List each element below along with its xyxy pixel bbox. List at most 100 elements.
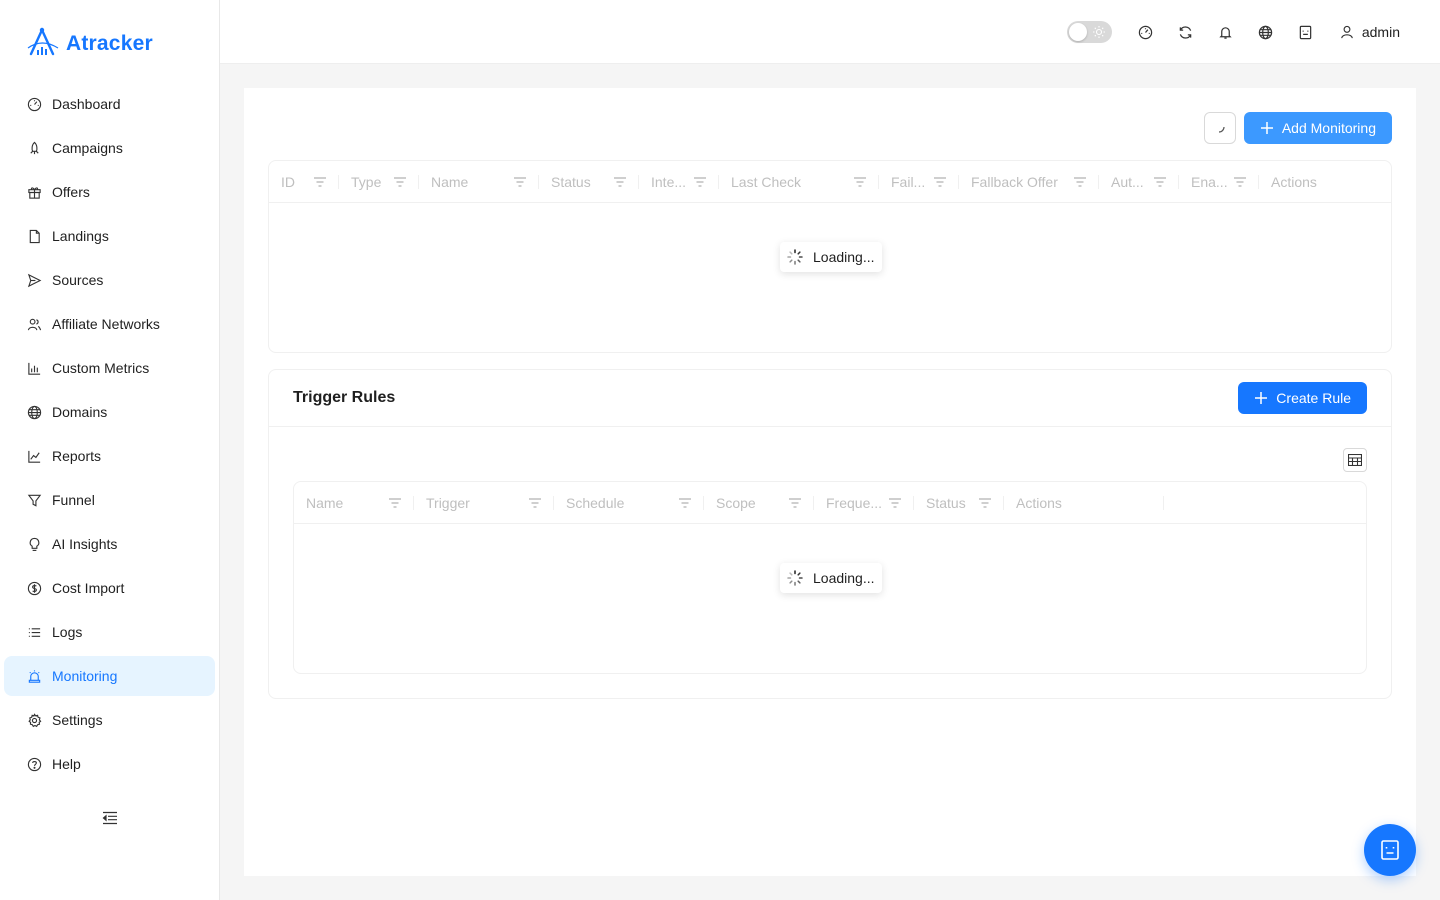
filter-icon[interactable] <box>513 175 527 189</box>
column-label: Status <box>551 173 591 190</box>
sidebar-item-domains[interactable]: Domains <box>4 392 215 432</box>
column-label: Status <box>926 494 966 511</box>
user-menu[interactable]: admin <box>1340 24 1400 40</box>
loading-text: Loading... <box>813 249 875 265</box>
column-header: Schedule <box>554 482 704 524</box>
column-label: Aut... <box>1111 173 1144 190</box>
sidebar-item-label: Dashboard <box>52 96 121 112</box>
create-rule-button[interactable]: Create Rule <box>1238 382 1367 414</box>
column-label: Scope <box>716 494 756 511</box>
users-icon <box>26 316 42 332</box>
dashboard-header-button[interactable] <box>1126 12 1166 52</box>
column-header: Type <box>339 161 419 203</box>
sidebar-item-label: Reports <box>52 448 102 464</box>
column-label: ID <box>281 173 295 190</box>
plus-icon <box>1260 122 1273 134</box>
sidebar-item-help[interactable]: Help <box>4 744 215 784</box>
loading-spinner-icon <box>787 570 803 586</box>
column-header: Fallback Offer <box>959 161 1099 203</box>
assistant-header-button[interactable] <box>1286 12 1326 52</box>
column-header: Actions <box>1004 482 1164 524</box>
filter-icon[interactable] <box>528 496 542 510</box>
column-label: Actions <box>1271 173 1317 190</box>
filter-icon[interactable] <box>853 175 867 189</box>
create-rule-label: Create Rule <box>1276 390 1351 406</box>
add-monitoring-button[interactable]: Add Monitoring <box>1243 112 1392 144</box>
column-label: Freque... <box>826 494 883 511</box>
column-header: Fail... <box>879 161 959 203</box>
sidebar-item-affiliate-networks[interactable]: Affiliate Networks <box>4 304 215 344</box>
question-icon <box>26 756 42 772</box>
sidebar-item-label: Domains <box>52 404 108 420</box>
gift-icon <box>26 184 42 200</box>
column-header: Name <box>294 482 414 524</box>
toggle-knob <box>1068 23 1087 41</box>
language-button[interactable] <box>1246 12 1286 52</box>
bell-icon <box>1219 26 1233 39</box>
filter-icon[interactable] <box>788 496 802 510</box>
column-header: ID <box>269 161 339 203</box>
username: admin <box>1361 24 1400 40</box>
sidebar-item-dashboard[interactable]: Dashboard <box>4 84 215 124</box>
user-icon <box>1341 25 1353 39</box>
sidebar-item-campaigns[interactable]: Campaigns <box>4 128 215 168</box>
filter-icon[interactable] <box>978 496 992 510</box>
list-icon <box>26 624 42 640</box>
theme-toggle[interactable] <box>1066 21 1112 43</box>
filter-icon[interactable] <box>678 496 692 510</box>
plus-icon <box>1255 392 1268 404</box>
filter-icon[interactable] <box>313 175 327 189</box>
sidebar-item-sources[interactable]: Sources <box>4 260 215 300</box>
sidebar-item-label: Settings <box>52 712 103 728</box>
spinner-icon <box>1218 126 1225 133</box>
dashboard-icon <box>26 96 42 112</box>
logo-icon <box>26 26 60 61</box>
refresh-button[interactable] <box>1166 12 1206 52</box>
reload-button[interactable] <box>1203 112 1236 144</box>
table-header: ID Type Name Status Inte... Last Check F… <box>269 161 1391 203</box>
sidebar-item-offers[interactable]: Offers <box>4 172 215 212</box>
sidebar-item-ai-insights[interactable]: AI Insights <box>4 524 215 564</box>
sidebar-item-custom-metrics[interactable]: Custom Metrics <box>4 348 215 388</box>
sidebar-item-landings[interactable]: Landings <box>4 216 215 256</box>
filter-icon[interactable] <box>693 175 707 189</box>
sun-icon <box>1092 26 1105 38</box>
filter-icon[interactable] <box>1073 175 1087 189</box>
filter-icon[interactable] <box>1233 175 1247 189</box>
filter-icon[interactable] <box>888 496 902 510</box>
loading-indicator: Loading... <box>780 563 882 593</box>
assistant-fab[interactable] <box>1364 824 1416 876</box>
logo[interactable]: Atracker <box>26 26 153 61</box>
loading-text: Loading... <box>813 570 875 586</box>
sidebar-item-settings[interactable]: Settings <box>4 700 215 740</box>
sidebar-item-logs[interactable]: Logs <box>4 612 215 652</box>
column-label: Fallback Offer <box>971 173 1058 190</box>
funnel-icon <box>26 492 42 508</box>
monitoring-table: ID Type Name Status Inte... Last Check F… <box>268 160 1392 353</box>
column-settings-button[interactable] <box>1343 448 1367 472</box>
filter-icon[interactable] <box>613 175 627 189</box>
filter-icon[interactable] <box>933 175 947 189</box>
bulb-icon <box>26 536 42 552</box>
refresh-icon <box>1180 25 1192 39</box>
sidebar-item-funnel[interactable]: Funnel <box>4 480 215 520</box>
filter-icon[interactable] <box>1153 175 1167 189</box>
sidebar-item-label: Cost Import <box>52 580 125 596</box>
rocket-icon <box>26 140 42 156</box>
column-label: Fail... <box>891 173 926 190</box>
column-header: Status <box>914 482 1004 524</box>
collapse-sidebar-button[interactable] <box>101 809 119 827</box>
filter-icon[interactable] <box>388 496 402 510</box>
column-header: Inte... <box>639 161 719 203</box>
monitoring-actions: Add Monitoring <box>1203 112 1392 144</box>
sidebar-item-reports[interactable]: Reports <box>4 436 215 476</box>
column-header: Ena... <box>1179 161 1259 203</box>
sidebar-item-cost-import[interactable]: Cost Import <box>4 568 215 608</box>
notifications-button[interactable] <box>1206 12 1246 52</box>
sidebar-item-monitoring[interactable]: Monitoring <box>4 656 215 696</box>
dollar-icon <box>26 580 42 596</box>
filter-icon[interactable] <box>393 175 407 189</box>
sidebar-nav: Dashboard Campaigns Offers Landings Sour… <box>4 84 215 788</box>
sidebar-item-label: Custom Metrics <box>52 360 150 376</box>
header-toolbar: admin <box>1066 0 1400 64</box>
